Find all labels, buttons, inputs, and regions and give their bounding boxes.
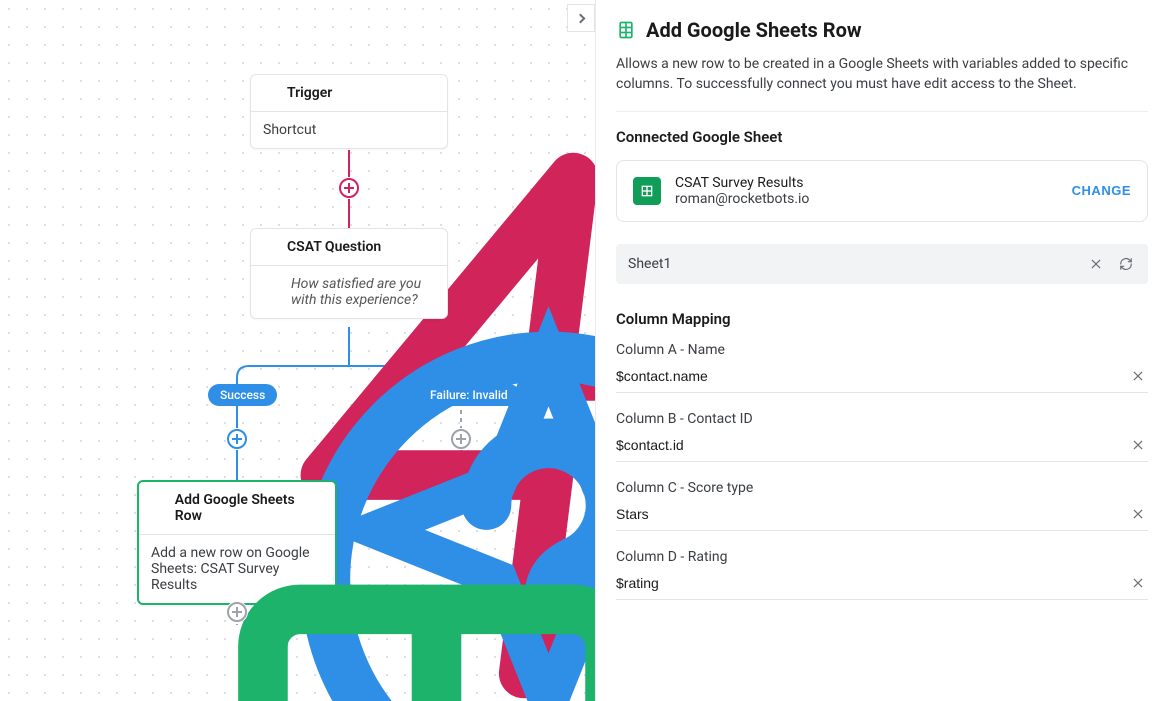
- clear-input-button[interactable]: [1128, 435, 1148, 455]
- branch-pill-failure[interactable]: Failure: Invalid: [418, 384, 520, 406]
- section-connected-sheet: Connected Google Sheet: [616, 128, 1148, 146]
- column-label: Column D - Rating: [616, 549, 1148, 565]
- add-step-button[interactable]: [450, 428, 472, 450]
- node-body: How satisfied are you with this experien…: [291, 276, 435, 308]
- workflow-canvas[interactable]: Trigger Shortcut CSAT Question How satis…: [0, 0, 595, 701]
- section-column-mapping: Column Mapping: [616, 310, 1148, 328]
- node-question[interactable]: CSAT Question How satisfied are you with…: [250, 228, 448, 319]
- clear-input-button[interactable]: [1128, 573, 1148, 593]
- sheet-tab-selector[interactable]: Sheet1: [616, 244, 1148, 284]
- sidebar-description: Allows a new row to be created in a Goog…: [616, 54, 1148, 95]
- node-title: CSAT Question: [287, 239, 381, 255]
- connected-sheet-email: roman@rocketbots.io: [675, 191, 1058, 207]
- column-b-input[interactable]: [616, 437, 1128, 453]
- connected-sheet-card: CSAT Survey Results roman@rocketbots.io …: [616, 160, 1148, 222]
- add-step-button[interactable]: [338, 177, 360, 199]
- question-circle-icon: [263, 239, 279, 255]
- sidebar-title: Add Google Sheets Row: [646, 18, 862, 42]
- change-button[interactable]: CHANGE: [1072, 183, 1131, 198]
- config-sidebar: Add Google Sheets Row Allows a new row t…: [595, 0, 1168, 701]
- clear-input-button[interactable]: [1128, 366, 1148, 386]
- node-title: Trigger: [287, 85, 332, 101]
- clear-tab-button[interactable]: [1086, 254, 1106, 274]
- node-title: Add Google Sheets Row: [175, 492, 323, 524]
- node-action[interactable]: Add Google Sheets Row Add a new row on G…: [137, 480, 337, 605]
- collapse-sidebar-button[interactable]: [567, 4, 595, 32]
- connected-sheet-name: CSAT Survey Results: [675, 175, 1058, 191]
- node-trigger[interactable]: Trigger Shortcut: [250, 74, 448, 149]
- sparkle-icon: [263, 276, 281, 294]
- node-body: Add a new row on Google Sheets: CSAT Sur…: [139, 534, 335, 603]
- chevron-right-icon: [575, 13, 585, 23]
- column-label: Column B - Contact ID: [616, 411, 1148, 427]
- branch-pill-success[interactable]: Success: [208, 384, 277, 406]
- column-label: Column C - Score type: [616, 480, 1148, 496]
- column-d-input[interactable]: [616, 575, 1128, 591]
- node-body: Shortcut: [251, 111, 447, 148]
- google-sheets-logo-icon: [633, 177, 661, 205]
- add-step-button[interactable]: [226, 601, 248, 623]
- divider: [616, 111, 1148, 112]
- clear-input-button[interactable]: [1128, 504, 1148, 524]
- column-c-input[interactable]: [616, 506, 1128, 522]
- sheets-icon: [616, 20, 636, 40]
- refresh-button[interactable]: [1116, 254, 1136, 274]
- add-step-button[interactable]: [226, 428, 248, 450]
- column-label: Column A - Name: [616, 342, 1148, 358]
- bolt-icon: [263, 85, 279, 101]
- column-a-input[interactable]: [616, 368, 1128, 384]
- sheet-tab-name: Sheet1: [628, 256, 1076, 272]
- sheets-icon: [151, 500, 167, 516]
